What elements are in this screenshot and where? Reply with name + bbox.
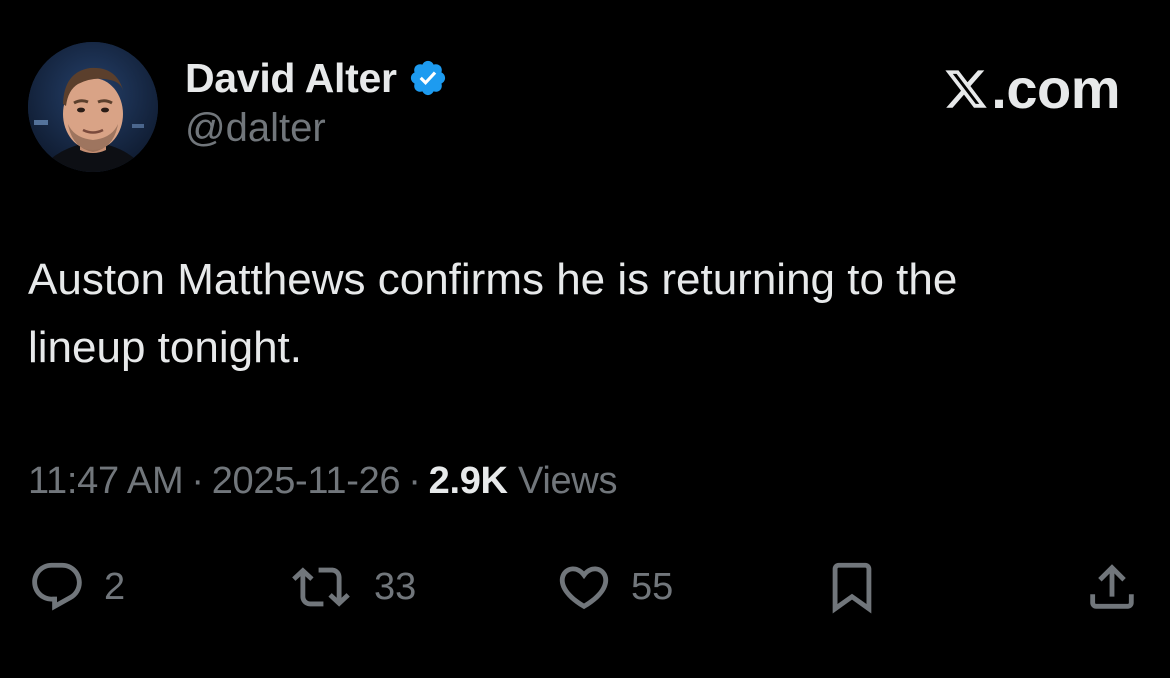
like-count: 55	[631, 565, 674, 608]
author-name-row[interactable]: David Alter	[185, 52, 448, 104]
reply-count: 2	[104, 565, 126, 608]
meta-separator: ·	[408, 460, 421, 502]
repost-count: 33	[374, 565, 417, 608]
tweet-time[interactable]: 11:47 AM	[28, 460, 184, 502]
reply-button[interactable]: 2	[28, 555, 125, 619]
views-label: Views	[517, 460, 618, 502]
verified-badge-icon[interactable]	[408, 58, 448, 98]
brand-domain: .com	[991, 57, 1120, 120]
x-logo-icon	[945, 69, 988, 108]
meta-separator: ·	[191, 460, 204, 502]
reply-icon	[32, 562, 82, 611]
profile-photo	[28, 42, 158, 172]
tweet-meta: 11:47 AM · 2025-11-26 · 2.9K Views	[28, 460, 617, 503]
tweet-date[interactable]: 2025-11-26	[212, 460, 401, 502]
like-button[interactable]: 55	[555, 555, 673, 619]
bookmark-icon	[832, 562, 872, 614]
views-count: 2.9K	[428, 460, 508, 502]
share-icon	[1090, 564, 1134, 609]
repost-icon	[292, 567, 350, 607]
tweet-actions-bar: 2 33 55	[0, 555, 1170, 619]
avatar[interactable]	[28, 42, 158, 172]
heart-icon	[559, 566, 609, 610]
repost-button[interactable]: 33	[286, 555, 416, 619]
share-button[interactable]	[1083, 555, 1141, 619]
author-handle[interactable]: @dalter	[185, 106, 326, 151]
tweet-text: Auston Matthews confirms he is returning…	[28, 255, 958, 372]
author-display-name[interactable]: David Alter	[185, 55, 397, 102]
bookmark-button[interactable]	[823, 555, 881, 619]
x-com-brand: .com	[943, 56, 1120, 121]
